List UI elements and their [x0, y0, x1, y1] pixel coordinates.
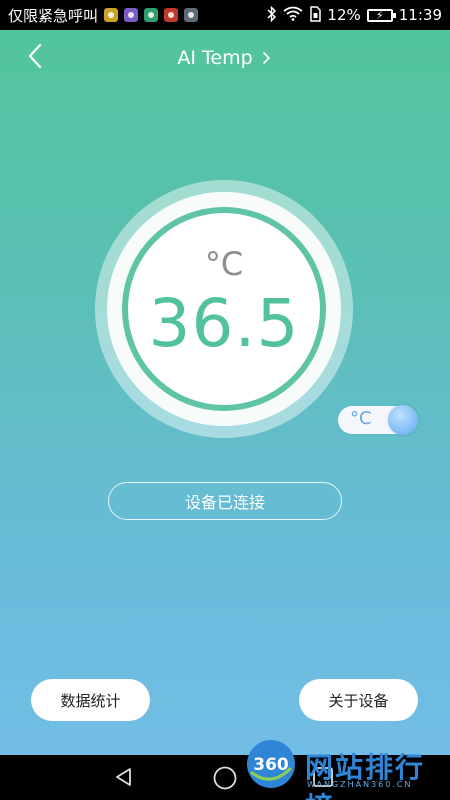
- watermark-text: 网站排行榜: [305, 751, 426, 800]
- gauge-face: °C 36.5: [107, 192, 341, 426]
- status-left: 仅限紧急呼叫: [8, 5, 199, 26]
- toggle-knob: [388, 405, 418, 435]
- about-device-button[interactable]: 关于设备: [299, 679, 418, 721]
- temperature-value: 36.5: [148, 285, 300, 362]
- unit-toggle-label: °C: [350, 408, 372, 429]
- status-right: 12% ⚡ 11:39: [267, 5, 442, 25]
- gauge-ring: °C 36.5: [122, 207, 326, 411]
- unit-toggle[interactable]: °C: [338, 405, 418, 435]
- sim-icon: [309, 5, 322, 25]
- temperature-gauge: °C 36.5: [95, 180, 353, 438]
- device-title-link[interactable]: AI Temp: [177, 47, 272, 69]
- notif-icon-1: [104, 8, 119, 22]
- watermark-logo-number: 360: [253, 755, 289, 775]
- music-icon: [164, 8, 179, 22]
- connection-status: 设备已连接: [108, 482, 342, 520]
- status-bar: 仅限紧急呼叫 12% ⚡ 11:39: [0, 0, 450, 30]
- notif-icon-3: [144, 8, 159, 22]
- watermark: 360 网站排行榜 WANGZHAN360.CN: [245, 736, 450, 800]
- chevron-right-icon: [262, 52, 270, 64]
- wifi-icon: [283, 6, 303, 24]
- back-arrow-icon[interactable]: [22, 42, 50, 70]
- notif-icon-2: [124, 8, 139, 22]
- header: AI Temp: [0, 30, 450, 86]
- data-stats-button[interactable]: 数据统计: [31, 679, 150, 721]
- battery-percent: 12%: [327, 6, 361, 24]
- nav-home-icon[interactable]: [212, 765, 238, 791]
- bluetooth-icon: [267, 5, 277, 25]
- app-screen: AI Temp °C 36.5 °C 设备已连接 数据统计 关于设备: [0, 30, 450, 755]
- connection-status-text: 设备已连接: [184, 493, 265, 512]
- watermark-subtext: WANGZHAN360.CN: [307, 780, 413, 789]
- page-title: AI Temp: [177, 47, 253, 69]
- carrier-text: 仅限紧急呼叫: [8, 6, 99, 25]
- notif-icon-5: [184, 8, 199, 22]
- clock: 11:39: [398, 6, 442, 24]
- battery-charging-icon: ⚡: [366, 8, 396, 22]
- nav-back-icon[interactable]: [112, 765, 136, 789]
- gauge-unit: °C: [204, 245, 244, 283]
- watermark-360-logo-icon: 360: [247, 740, 295, 788]
